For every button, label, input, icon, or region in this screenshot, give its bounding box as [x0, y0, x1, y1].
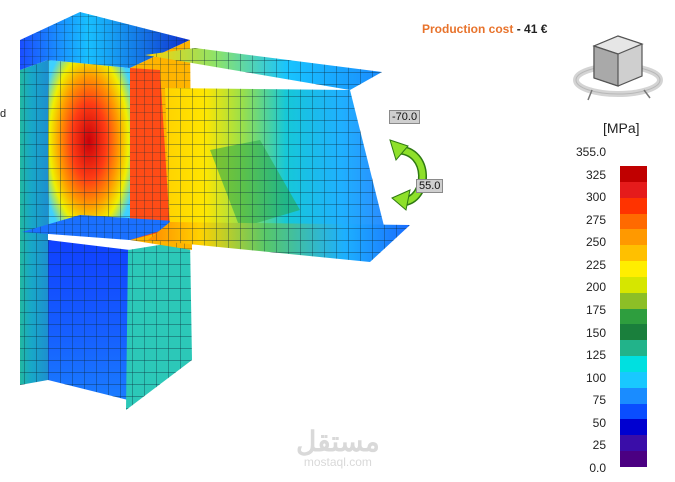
- watermark-arabic: مستقل: [296, 426, 380, 457]
- color-scale-tick: 325: [585, 167, 606, 182]
- color-scale-band: [620, 213, 647, 230]
- color-scale-tick: 125: [585, 348, 606, 363]
- color-scale-tick: 0.0: [589, 461, 606, 475]
- color-scale-band: [620, 419, 647, 436]
- color-scale-band: [620, 197, 647, 214]
- color-scale-band: [620, 435, 647, 452]
- load-moment-icon[interactable]: [389, 139, 427, 211]
- color-scale-band: [620, 308, 647, 325]
- color-scale-tick: 50: [592, 415, 606, 430]
- color-scale-band: [620, 292, 647, 310]
- production-cost: Production cost - 41 €: [422, 22, 547, 36]
- color-scale-tick: 75: [592, 393, 606, 408]
- color-scale-band: [620, 340, 647, 357]
- load-label-bottom: 55.0: [416, 179, 444, 193]
- color-scale-tick: 200: [585, 280, 606, 295]
- production-cost-value: 41 €: [524, 22, 548, 36]
- color-scale-tick: 250: [585, 235, 606, 250]
- color-scale-tick: 25: [592, 438, 606, 453]
- color-scale-band: [620, 451, 647, 468]
- load-label-top: -70.0: [389, 110, 421, 124]
- watermark-latin: mostaql.com: [303, 455, 372, 469]
- color-scale-band: [620, 276, 647, 294]
- color-scale-band: [620, 403, 647, 420]
- model-viewport[interactable]: [0, 0, 560, 482]
- production-cost-separator: -: [516, 22, 521, 36]
- color-scale-tick: 275: [585, 212, 606, 227]
- color-scale-tick: 225: [585, 257, 606, 272]
- color-scale-band: [620, 261, 647, 278]
- color-scale-band: [620, 356, 647, 373]
- color-scale-band: [620, 181, 647, 199]
- color-scale-band: [620, 324, 647, 341]
- color-scale-band: [620, 387, 647, 405]
- watermark: مستقل mostaql.com: [296, 426, 380, 469]
- edge-label: d: [0, 108, 7, 120]
- color-scale-band: [620, 229, 647, 246]
- color-scale-band: [620, 245, 647, 262]
- color-scale-tick: 100: [585, 370, 606, 385]
- view-cube-icon[interactable]: [572, 28, 664, 106]
- color-scale-tick: 355.0: [575, 145, 606, 159]
- color-scale-tick: 175: [585, 303, 606, 317]
- color-scale-band: [620, 371, 647, 389]
- color-scale-tick: 150: [585, 325, 606, 340]
- production-cost-label: Production cost: [422, 22, 514, 36]
- color-scale-band: [620, 166, 647, 183]
- color-scale-tick: 300: [585, 190, 606, 205]
- legend-unit: [MPa]: [603, 120, 640, 136]
